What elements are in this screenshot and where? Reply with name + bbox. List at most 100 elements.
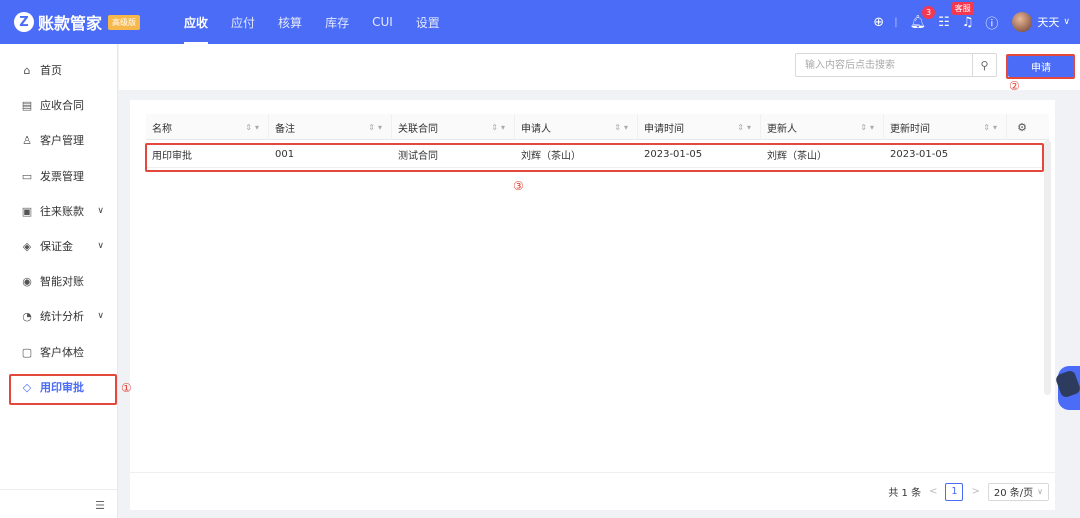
sort-filter-icon[interactable]: ⇕▾ — [491, 123, 508, 132]
sidebar-item-reconcile[interactable]: ◉ 智能对账 — [0, 270, 118, 292]
sidebar: ⌂ 首页 ▤ 应收合同 ♙ 客户管理 ▭ 发票管理 ▣ 往来账款 ∨ ◈ 保证金 ∨ ◉ 智能对账… — [0, 44, 118, 518]
column-header-contract[interactable]: 关联合同 ⇕▾ — [392, 114, 515, 140]
table-header: 名称 ⇕▾ 备注 ⇕▾ 关联合同 ⇕▾ 申请人 ⇕▾ 申请时间 ⇕▾ 更新人 ⇕▾ 更新时间… — [146, 114, 1049, 140]
gear-icon[interactable]: ⚙ — [1007, 114, 1037, 140]
sidebar-item-analytics[interactable]: ◔ 统计分析 ∨ — [0, 305, 118, 327]
sort-filter-icon[interactable]: ⇕▾ — [368, 123, 385, 132]
sidebar-item-seal-approval[interactable]: ◇ 用印审批 — [0, 376, 118, 398]
sidebar-item-customers[interactable]: ♙ 客户管理 — [0, 129, 118, 151]
search-icon[interactable]: ⚲ — [972, 54, 996, 76]
user-name[interactable]: 天天 — [1037, 14, 1059, 30]
cell-apply-time: 2023-01-05 — [644, 148, 703, 160]
sidebar-item-label: 首页 — [40, 64, 62, 77]
notification-count-badge: 3 — [922, 5, 936, 19]
column-label: 申请人 — [521, 123, 551, 135]
sidebar-divider — [0, 489, 117, 490]
nav-tab-inventory[interactable]: 库存 — [325, 0, 349, 44]
cell-updater: 刘辉（茶山） — [767, 150, 827, 162]
tag-icon: ◇ — [22, 380, 32, 394]
cell-remark: 001 — [275, 148, 295, 160]
apply-button[interactable]: 申请 — [1008, 55, 1074, 77]
vertical-scrollbar[interactable] — [1044, 140, 1051, 395]
collapse-sidebar-icon[interactable]: ☰ — [95, 499, 105, 512]
sidebar-item-label: 保证金 — [40, 240, 73, 253]
page-number-button[interactable]: 1 — [945, 482, 964, 501]
chevron-down-icon: ∨ — [1037, 487, 1043, 496]
table-row[interactable]: 用印审批 001 测试合同 刘辉（茶山） 2023-01-05 刘辉（茶山） 2… — [146, 140, 1049, 168]
sort-filter-icon[interactable]: ⇕▾ — [614, 123, 631, 132]
sidebar-item-label: 用印审批 — [40, 381, 84, 394]
content-card: 名称 ⇕▾ 备注 ⇕▾ 关联合同 ⇕▾ 申请人 ⇕▾ 申请时间 ⇕▾ 更新人 ⇕▾ 更新时间… — [130, 100, 1055, 510]
monitor-icon: ▢ — [21, 345, 33, 359]
top-nav-bar: Z 账款管家 高级版 应收 应付 核算 库存 CUI 设置 ⊕ | 🔔︎ 3 ☷ … — [0, 0, 1080, 44]
bell-icon[interactable]: 🔔︎ 3 — [910, 5, 936, 30]
toolbar-divider: | — [894, 16, 898, 28]
apps-grid-icon[interactable]: ☷ — [938, 15, 950, 30]
column-header-name[interactable]: 名称 ⇕▾ — [146, 114, 269, 140]
column-label: 更新时间 — [890, 123, 930, 135]
column-header-applicant[interactable]: 申请人 ⇕▾ — [515, 114, 638, 140]
plus-circle-icon[interactable]: ⊕ — [873, 15, 884, 30]
page-size-value: 20 条/页 — [993, 488, 1034, 499]
sort-filter-icon[interactable]: ⇕▾ — [860, 123, 877, 132]
column-header-remark[interactable]: 备注 ⇕▾ — [269, 114, 392, 140]
sidebar-item-deposit[interactable]: ◈ 保证金 ∨ — [0, 235, 118, 257]
chevron-down-icon: ∨ — [97, 241, 104, 251]
app-logo[interactable]: Z 账款管家 高级版 — [14, 10, 141, 34]
cell-update-time: 2023-01-05 — [890, 148, 949, 160]
contract-icon: ▤ — [21, 98, 33, 112]
sidebar-item-label: 智能对账 — [40, 275, 84, 288]
total-count: 共 1 条 — [888, 488, 922, 499]
sidebar-item-label: 发票管理 — [40, 170, 84, 183]
avatar[interactable] — [1012, 12, 1033, 32]
headset-icon[interactable]: ♫ 客服 — [951, 1, 974, 30]
column-header-update-time[interactable]: 更新时间 ⇕▾ — [884, 114, 1007, 140]
sidebar-item-label: 应收合同 — [40, 99, 84, 112]
user-icon: ♙ — [22, 133, 32, 147]
reconcile-icon: ◉ — [22, 274, 32, 288]
sidebar-item-contracts[interactable]: ▤ 应收合同 — [0, 94, 118, 116]
page-size-select[interactable]: 20 条/页 ∨ — [987, 482, 1049, 501]
column-header-updater[interactable]: 更新人 ⇕▾ — [761, 114, 884, 140]
sort-filter-icon[interactable]: ⇕▾ — [737, 123, 754, 132]
logo-mark: Z — [14, 12, 34, 32]
pagination: 共 1 条 < 1 > 20 条/页 ∨ — [130, 472, 1055, 510]
sidebar-item-accounts[interactable]: ▣ 往来账款 ∨ — [0, 200, 118, 222]
diamond-icon: ◈ — [22, 239, 32, 253]
chevron-down-icon[interactable]: ∨ — [1063, 17, 1070, 27]
wallet-icon: ▣ — [21, 204, 33, 218]
sort-filter-icon[interactable]: ⇕▾ — [983, 123, 1000, 132]
main-nav: 应收 应付 核算 库存 CUI 设置 — [184, 0, 463, 44]
next-page-icon[interactable]: > — [971, 486, 979, 497]
nav-tab-receivable[interactable]: 应收 — [184, 0, 209, 44]
cell-contract: 测试合同 — [398, 150, 438, 162]
cell-name: 用印审批 — [152, 150, 192, 162]
chevron-down-icon: ∨ — [97, 311, 104, 321]
column-header-apply-time[interactable]: 申请时间 ⇕▾ — [638, 114, 761, 140]
column-label: 关联合同 — [398, 123, 438, 135]
help-icon[interactable]: ⓘ — [985, 13, 998, 32]
nav-tab-cui[interactable]: CUI — [372, 0, 393, 44]
sort-filter-icon[interactable]: ⇕▾ — [245, 123, 262, 132]
prev-page-icon[interactable]: < — [929, 486, 937, 497]
sidebar-item-invoices[interactable]: ▭ 发票管理 — [0, 165, 118, 187]
annotation-mark-3: ③ — [513, 179, 524, 193]
content-toolbar: ⚲ 申请 — [119, 44, 1080, 90]
sidebar-item-home[interactable]: ⌂ 首页 — [0, 59, 118, 81]
nav-tab-payable[interactable]: 应付 — [231, 0, 255, 44]
column-label: 申请时间 — [644, 123, 684, 135]
annotation-mark-2: ② — [1009, 79, 1020, 93]
nav-tab-settings[interactable]: 设置 — [416, 0, 440, 44]
search-input[interactable] — [796, 54, 972, 76]
customer-service-badge: 客服 — [951, 1, 974, 15]
sidebar-item-checkup[interactable]: ▢ 客户体检 — [0, 341, 118, 363]
nav-tab-accounting[interactable]: 核算 — [278, 0, 302, 44]
cell-applicant: 刘辉（茶山） — [521, 150, 581, 162]
top-right-tools: ⊕ | 🔔︎ 3 ☷ ♫ 客服 ⓘ 天天 ∨ — [861, 0, 1070, 44]
app-name: 账款管家 — [38, 14, 103, 33]
home-icon: ⌂ — [23, 63, 31, 77]
column-label: 名称 — [152, 123, 172, 135]
column-label: 备注 — [275, 123, 295, 135]
sidebar-item-label: 统计分析 — [40, 310, 84, 323]
annotation-mark-1: ① — [121, 381, 132, 395]
